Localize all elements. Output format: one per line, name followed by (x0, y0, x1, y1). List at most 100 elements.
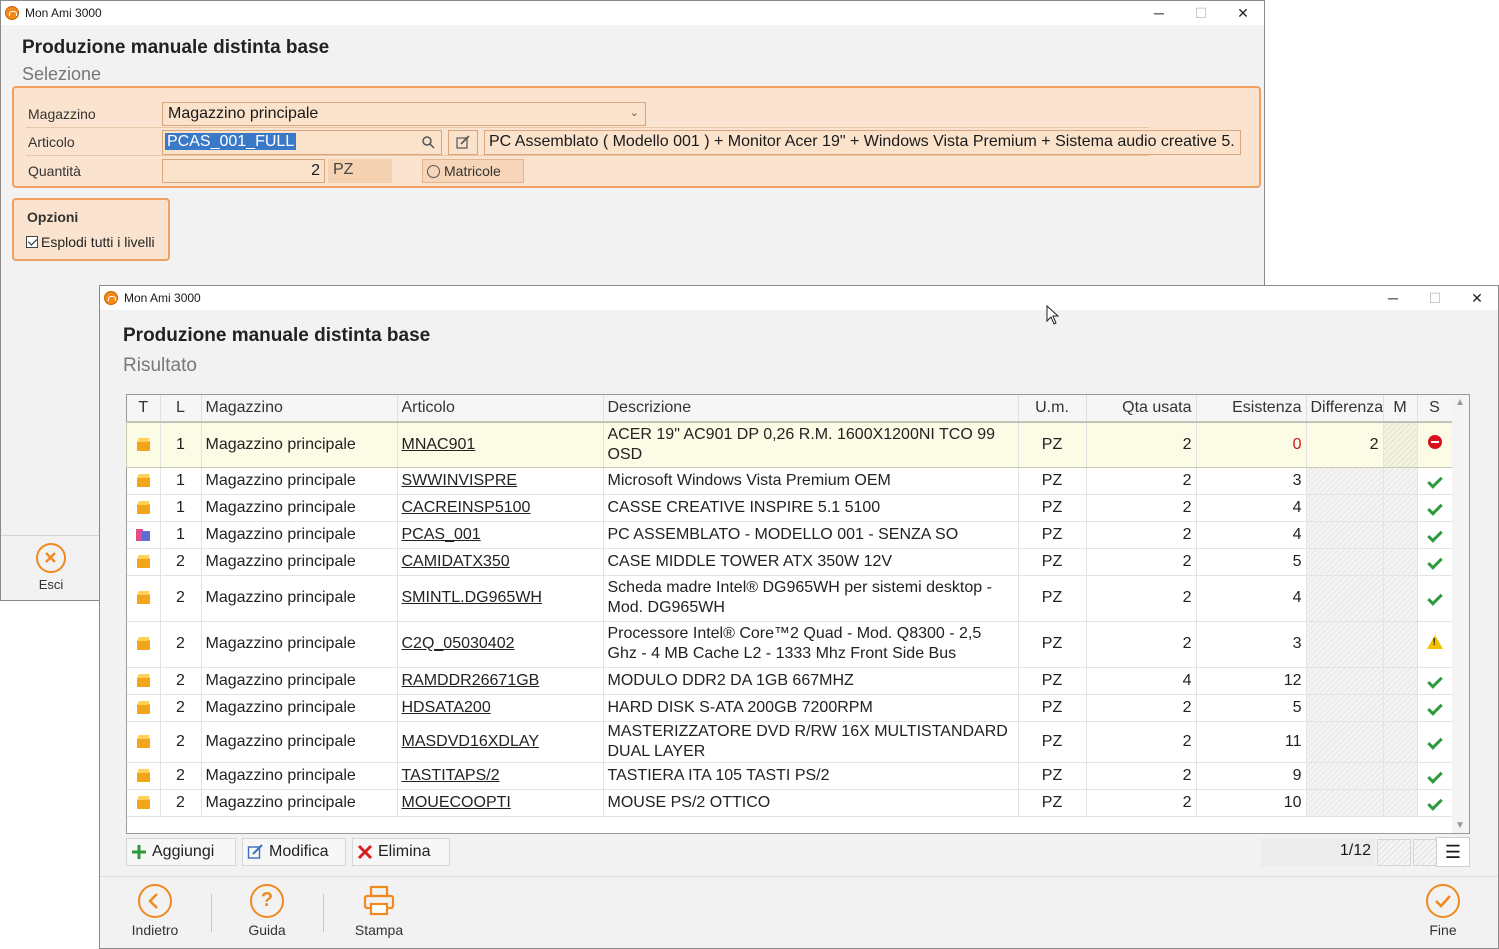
page-title: Produzione manuale distinta base (22, 37, 330, 58)
cell-magazzino: Magazzino principale (201, 721, 398, 763)
check-icon (1426, 767, 1443, 784)
cell-um: PZ (1018, 548, 1087, 576)
add-button[interactable]: Aggiungi (126, 838, 236, 866)
quantita-input[interactable]: 2 (162, 159, 325, 183)
cell-articolo-link[interactable]: PCAS_001 (397, 521, 604, 549)
print-button[interactable]: Stampa (348, 884, 410, 938)
cell-level: 2 (160, 721, 202, 763)
result-window: Mon Ami 3000 ─ ☐ ✕ Produzione manuale di… (99, 285, 1499, 949)
table-row[interactable]: 2 Magazzino principale MASDVD16XDLAY MASTER… (127, 721, 1453, 763)
search-icon[interactable] (421, 135, 435, 149)
cell-articolo-link[interactable]: SWWINVISPRE (397, 467, 604, 495)
app-logo-icon (104, 291, 118, 305)
cell-esistenza: 11 (1196, 721, 1307, 763)
cell-articolo-link[interactable]: HDSATA200 (397, 694, 604, 722)
edit-icon (456, 135, 470, 149)
cell-articolo-link[interactable]: SMINTL.DG965WH (397, 575, 604, 622)
col-header-magazzino[interactable]: Magazzino (201, 395, 398, 423)
table-row[interactable]: 2 Magazzino principale MOUECOOPTI MOUSE PS/… (127, 789, 1453, 817)
cell-articolo-link[interactable]: MASDVD16XDLAY (397, 721, 604, 763)
cell-descrizione: MODULO DDR2 DA 1GB 667MHZ (603, 667, 1019, 695)
minimize-button[interactable]: ─ (1138, 1, 1180, 25)
cell-articolo-link[interactable]: CACREINSP5100 (397, 494, 604, 522)
table-row[interactable]: 2 Magazzino principale CAMIDATX350 CASE MID… (127, 548, 1453, 576)
col-header-um[interactable]: U.m. (1018, 395, 1087, 423)
esci-button[interactable]: Esci (21, 543, 81, 595)
table-row[interactable]: 1 Magazzino principale SWWINVISPRE Microsof… (127, 467, 1453, 495)
cell-articolo-link[interactable]: C2Q_05030402 (397, 621, 604, 668)
col-header-esistenza[interactable]: Esistenza (1196, 395, 1307, 423)
articolo-input[interactable]: PCAS_001_FULL (162, 130, 442, 155)
scroll-down-icon[interactable]: ▼ (1455, 820, 1465, 831)
table-row[interactable]: 1 Magazzino principale MNAC901 ACER 19" AC9… (126, 421, 1453, 468)
col-header-l[interactable]: L (160, 395, 202, 423)
finish-button[interactable]: Fine (1418, 884, 1468, 938)
col-header-m[interactable]: M (1383, 395, 1418, 423)
cell-magazzino: Magazzino principale (201, 422, 398, 468)
cell-level: 1 (160, 422, 202, 468)
maximize-button[interactable]: ☐ (1414, 286, 1456, 310)
checkbox-checked-icon[interactable] (26, 236, 38, 248)
table-row[interactable]: 2 Magazzino principale C2Q_05030402 Process… (127, 621, 1453, 668)
result-grid[interactable]: T L Magazzino Articolo Descrizione U.m. … (126, 394, 1470, 834)
vertical-scrollbar[interactable]: ▲ ▼ (1452, 395, 1469, 833)
table-row[interactable]: 2 Magazzino principale RAMDDR26671GB MODULO… (127, 667, 1453, 695)
radio-icon[interactable] (427, 164, 440, 178)
esci-label: Esci (38, 577, 64, 592)
cell-esistenza: 4 (1196, 521, 1307, 549)
scroll-up-icon[interactable]: ▲ (1455, 397, 1465, 408)
cell-um: PZ (1018, 422, 1087, 468)
maximize-button[interactable]: ☐ (1180, 1, 1222, 25)
warning-icon (1426, 634, 1443, 649)
add-label: Aggiungi (152, 843, 215, 860)
delete-button[interactable]: Elimina (352, 838, 450, 866)
matricole-label: Matricole (444, 163, 501, 179)
table-row[interactable]: 2 Magazzino principale TASTITAPS/2 TASTIERA… (127, 762, 1453, 790)
cell-descrizione: HARD DISK S-ATA 200GB 7200RPM (603, 694, 1019, 722)
table-row[interactable]: 2 Magazzino principale SMINTL.DG965WH Sched… (127, 575, 1453, 622)
cell-esistenza: 3 (1196, 621, 1307, 668)
cell-status (1417, 762, 1453, 790)
explode-checkbox[interactable]: Esplodi tutti i livelli (26, 234, 155, 250)
help-button[interactable]: ? Guida (238, 884, 296, 938)
close-button[interactable]: ✕ (1456, 286, 1498, 310)
col-header-qta-usata[interactable]: Qta usata (1086, 395, 1197, 423)
cell-differenza: 2 (1306, 422, 1384, 468)
cell-level: 2 (160, 548, 202, 576)
pager-label: 1/12 (1261, 839, 1375, 866)
col-header-articolo[interactable]: Articolo (397, 395, 604, 423)
kit-icon (136, 528, 151, 542)
matricole-radio[interactable]: Matricole (422, 159, 524, 183)
minimize-button[interactable]: ─ (1372, 286, 1414, 310)
cell-qta-usata: 4 (1086, 667, 1197, 695)
edit-articolo-button[interactable] (448, 130, 478, 155)
chevron-down-icon[interactable]: ⌄ (630, 106, 639, 119)
magazzino-select[interactable]: Magazzino principale ⌄ (162, 102, 646, 126)
cell-status (1417, 575, 1453, 622)
table-row[interactable]: 1 Magazzino principale CACREINSP5100 CASSE … (127, 494, 1453, 522)
cell-qta-usata: 2 (1086, 762, 1197, 790)
cell-m (1383, 789, 1418, 817)
edit-button[interactable]: Modifica (242, 838, 346, 866)
back-button[interactable]: Indietro (125, 884, 185, 938)
cell-m (1383, 494, 1418, 522)
cell-articolo-link[interactable]: RAMDDR26671GB (397, 667, 604, 695)
cell-m (1383, 621, 1418, 668)
cell-um: PZ (1018, 721, 1087, 763)
cell-articolo-link[interactable]: TASTITAPS/2 (397, 762, 604, 790)
col-header-t[interactable]: T (127, 395, 161, 423)
col-header-s[interactable]: S (1417, 395, 1453, 423)
table-row[interactable]: 2 Magazzino principale HDSATA200 HARD DISK … (127, 694, 1453, 722)
menu-icon[interactable]: ☰ (1436, 837, 1470, 867)
cell-articolo-link[interactable]: CAMIDATX350 (397, 548, 604, 576)
cell-qta-usata: 2 (1086, 467, 1197, 495)
col-header-differenza[interactable]: Differenza (1306, 395, 1384, 423)
table-row[interactable]: 1 Magazzino principale PCAS_001 PC ASSEMBLA… (127, 521, 1453, 549)
page-title: Produzione manuale distinta base (123, 325, 431, 346)
cell-status (1417, 467, 1453, 495)
cell-articolo-link[interactable]: MNAC901 (397, 422, 604, 468)
cell-type (127, 521, 161, 549)
cell-articolo-link[interactable]: MOUECOOPTI (397, 789, 604, 817)
col-header-descrizione[interactable]: Descrizione (603, 395, 1019, 423)
close-button[interactable]: ✕ (1222, 1, 1264, 25)
